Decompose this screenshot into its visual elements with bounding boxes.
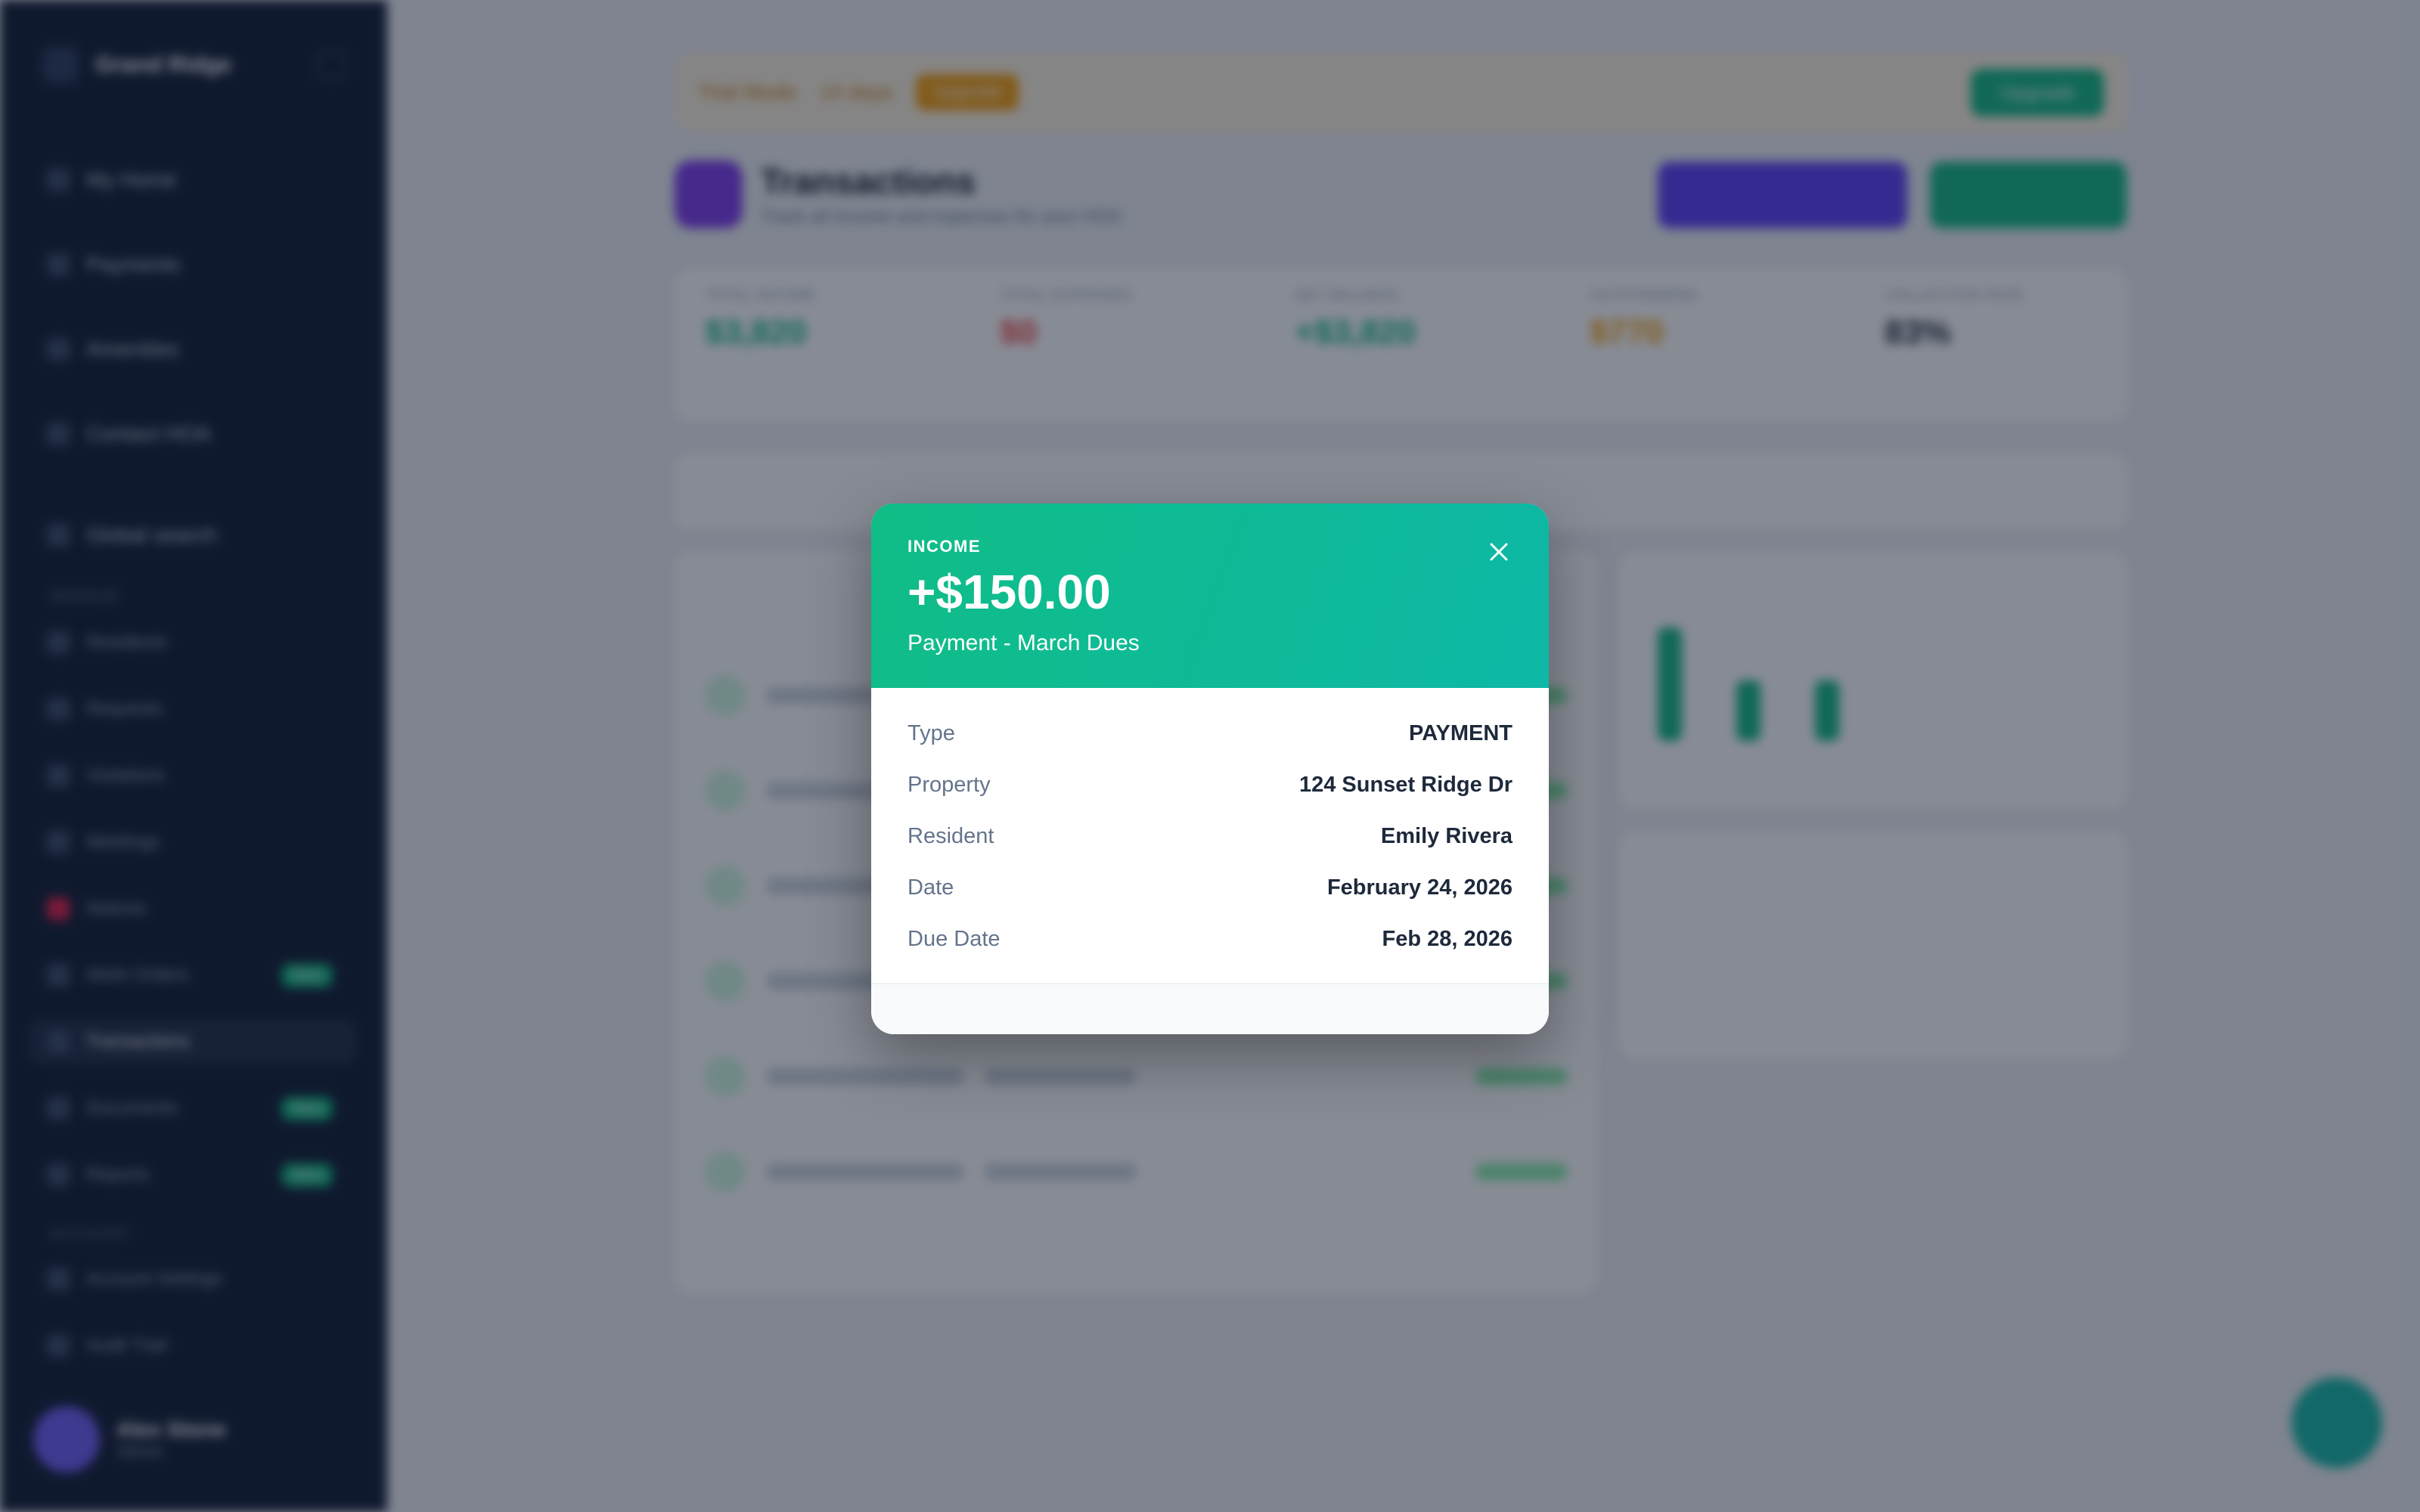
detail-value: Feb 28, 2026 xyxy=(1382,926,1513,951)
detail-label: Property xyxy=(908,772,991,797)
detail-value: 124 Sunset Ridge Dr xyxy=(1298,772,1512,797)
detail-row-date: Date February 24, 2026 xyxy=(908,862,1512,913)
close-icon xyxy=(1490,543,1508,561)
detail-label: Type xyxy=(908,720,955,745)
detail-row-type: Type PAYMENT xyxy=(908,708,1512,759)
modal-body: Type PAYMENT Property 124 Sunset Ridge D… xyxy=(871,688,1549,965)
transaction-detail-modal: INCOME +$150.00 Payment - March Dues Typ… xyxy=(871,503,1549,1034)
transaction-kind: INCOME xyxy=(908,537,981,556)
transaction-amount: +$150.00 xyxy=(908,565,1111,619)
detail-value: PAYMENT xyxy=(1409,720,1512,745)
modal-header: INCOME +$150.00 Payment - March Dues xyxy=(871,503,1549,688)
detail-row-property: Property 124 Sunset Ridge Dr xyxy=(908,759,1512,810)
detail-value: Emily Rivera xyxy=(1380,823,1512,848)
detail-row-resident: Resident Emily Rivera xyxy=(908,810,1512,862)
detail-label: Resident xyxy=(908,823,994,848)
detail-label: Due Date xyxy=(908,926,1001,951)
detail-label: Date xyxy=(908,875,954,900)
detail-row-due-date: Due Date Feb 28, 2026 xyxy=(908,913,1512,965)
close-button[interactable] xyxy=(1484,537,1514,567)
transaction-description: Payment - March Dues xyxy=(908,631,1140,656)
modal-footer xyxy=(871,983,1549,1034)
detail-value: February 24, 2026 xyxy=(1326,875,1512,900)
